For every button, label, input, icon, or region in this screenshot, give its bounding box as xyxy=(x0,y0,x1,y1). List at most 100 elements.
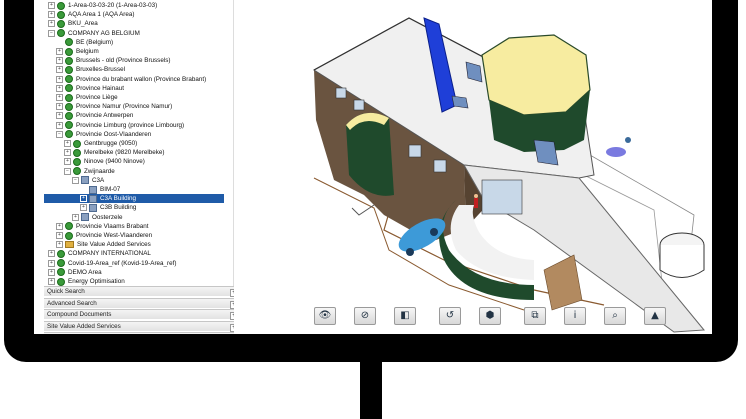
hide-button[interactable]: ⊘ xyxy=(354,307,376,325)
tree-item[interactable]: + Bruxelles-Brussel xyxy=(44,65,224,74)
expander-icon[interactable]: − xyxy=(56,130,63,138)
split-view-button[interactable]: ◧ xyxy=(394,307,416,325)
expander-icon[interactable]: + xyxy=(48,268,55,276)
tree-item[interactable]: + Provincie Antwerpen xyxy=(44,111,224,120)
fit-view-icon: ⧉ xyxy=(531,310,539,321)
expander-icon[interactable]: + xyxy=(56,75,63,83)
expander-icon[interactable]: − xyxy=(72,176,79,184)
expander-icon[interactable]: + xyxy=(48,259,55,267)
tree-item[interactable]: − C3A xyxy=(44,176,224,185)
tree-item[interactable]: BE (Belgium) xyxy=(44,38,224,47)
expander-icon[interactable]: + xyxy=(56,84,63,92)
expander-icon[interactable]: + xyxy=(56,48,63,55)
tree-item[interactable]: − COMPANY AG BELGIUM xyxy=(44,29,224,38)
globe-icon xyxy=(65,56,73,65)
tree-item-label: C3A Building xyxy=(100,195,137,203)
section-label: Compound Documents xyxy=(47,311,112,319)
tree-item[interactable]: + Provincie Limburg (province Limbourg) xyxy=(44,121,224,130)
tree-item-label: BKU_Area xyxy=(68,20,98,28)
globe-icon xyxy=(57,277,65,286)
expander-icon[interactable]: + xyxy=(72,213,79,221)
tree-item[interactable]: + C3B Building xyxy=(44,203,224,212)
globe-icon xyxy=(65,111,73,120)
expander-icon[interactable]: + xyxy=(56,94,63,101)
fit-view-button[interactable]: ⧉ xyxy=(524,307,546,325)
tree-item[interactable]: + AQA Area 1 (AQA Area) xyxy=(44,10,224,19)
expander-icon[interactable]: + xyxy=(56,241,63,249)
tree-item-label: C3A xyxy=(92,176,105,184)
tree-item-label: AQA Area 1 (AQA Area) xyxy=(68,11,135,19)
tree-item[interactable]: + Provincie Vlaams Brabant xyxy=(44,222,224,231)
expander-icon[interactable]: + xyxy=(56,222,63,230)
expander-icon[interactable]: + xyxy=(56,121,63,129)
globe-icon xyxy=(65,47,73,56)
tree-item[interactable]: + Merelbeke (9820 Merelbeke) xyxy=(44,148,224,157)
globe-icon xyxy=(73,157,81,166)
accordion-section[interactable]: Site Value Added Services+ xyxy=(44,320,241,332)
accordion-section[interactable]: Quick Search+ xyxy=(44,286,241,297)
expander-icon[interactable]: + xyxy=(56,66,63,74)
tree-item[interactable]: + Province Liège xyxy=(44,93,224,102)
tree-item[interactable]: + DEMO Area xyxy=(44,268,224,277)
expander-icon[interactable]: + xyxy=(56,57,63,65)
expander-icon[interactable]: − xyxy=(64,167,71,175)
expander-icon[interactable]: + xyxy=(64,158,71,166)
tree-item[interactable]: + Province du brabant wallon (Province Br… xyxy=(44,75,224,84)
tree-item[interactable]: BIM-07 xyxy=(44,185,224,194)
info-icon: i xyxy=(573,310,577,321)
tree-item-label: Provincie Antwerpen xyxy=(76,112,134,120)
expander-icon[interactable]: + xyxy=(48,2,55,9)
tree-item-label: BE (Belgium) xyxy=(76,38,114,46)
tree-item[interactable]: + Brussels - old (Province Brussels) xyxy=(44,56,224,65)
tree-item-label: Oosterzele xyxy=(92,213,123,221)
tree-item[interactable]: + BKU_Area xyxy=(44,19,224,28)
accordion-section[interactable]: Advanced Search+ xyxy=(44,297,241,309)
tree-item[interactable]: + Ninove (9400 Ninove) xyxy=(44,157,224,166)
info-button[interactable]: i xyxy=(564,307,586,325)
expander-icon[interactable]: − xyxy=(48,29,55,37)
tree-item-label: Province Hainaut xyxy=(76,84,124,92)
zoom-button[interactable]: ⌕ xyxy=(604,307,626,325)
globe-icon xyxy=(57,29,65,38)
section-label: Site Value Added Services xyxy=(47,322,121,330)
cube-view-icon: ⬢ xyxy=(485,310,495,321)
expander-icon[interactable]: + xyxy=(64,140,71,147)
expander-icon[interactable]: + xyxy=(80,204,87,212)
expander-icon[interactable]: + xyxy=(48,11,55,19)
tree-item[interactable]: + Province Hainaut xyxy=(44,84,224,93)
expander-icon[interactable]: + xyxy=(48,278,55,285)
expander-icon[interactable]: + xyxy=(48,20,55,28)
tree-item[interactable]: + Covid-19-Area_ref (Kovid-19-Area_ref) xyxy=(44,259,224,268)
expander-icon[interactable]: + xyxy=(56,232,63,239)
tree-item[interactable]: +1-Area-03-03-20 (1-Area-03-03) xyxy=(44,1,224,10)
tree-item-selected[interactable]: + C3A Building xyxy=(44,194,224,204)
tree-item-label: Covid-19-Area_ref (Kovid-19-Area_ref) xyxy=(68,259,177,267)
expander-icon[interactable]: + xyxy=(80,195,87,203)
folder-icon xyxy=(65,241,74,249)
expander-icon[interactable]: + xyxy=(56,103,63,111)
undo-button[interactable]: ↺ xyxy=(439,307,461,325)
accordion-section[interactable]: BIM Manager+ xyxy=(44,332,241,334)
tree-item[interactable]: + Provincie West-Vlaanderen xyxy=(44,231,224,240)
accordion-section[interactable]: Compound Documents+ xyxy=(44,309,241,321)
cube-view-button[interactable]: ⬢ xyxy=(479,307,501,325)
tree-item[interactable]: + Gentbrugge (9050) xyxy=(44,139,224,148)
globe-icon xyxy=(57,249,65,258)
tree-item[interactable]: + COMPANY INTERNATIONAL xyxy=(44,249,224,258)
tree-item[interactable]: − Provincie Oost-Vlaanderen xyxy=(44,130,224,139)
expander-icon[interactable]: + xyxy=(48,250,55,258)
show-button[interactable]: 👁 xyxy=(314,307,336,325)
tree-item[interactable]: + Energy Optimisation xyxy=(44,277,224,286)
bim-3d-viewer[interactable]: 👁 ⊘ ◧ ↺ ⬢ ⧉ i ⌕ ▲ xyxy=(234,0,712,334)
building-icon xyxy=(89,203,97,212)
tree-item[interactable]: − Zwijnaarde xyxy=(44,167,224,176)
bim-button[interactable]: ▲ xyxy=(644,307,666,325)
tree-item-label: Gentbrugge (9050) xyxy=(84,140,138,147)
expander-icon[interactable]: + xyxy=(56,112,63,120)
tree-item[interactable]: + Province Namur (Province Namur) xyxy=(44,102,224,111)
tree-item[interactable]: + Oosterzele xyxy=(44,213,224,222)
expander-icon[interactable]: + xyxy=(64,149,71,157)
tree-item[interactable]: + Site Value Added Services xyxy=(44,240,224,249)
building-model[interactable] xyxy=(234,0,712,334)
tree-item[interactable]: + Belgium xyxy=(44,47,224,56)
